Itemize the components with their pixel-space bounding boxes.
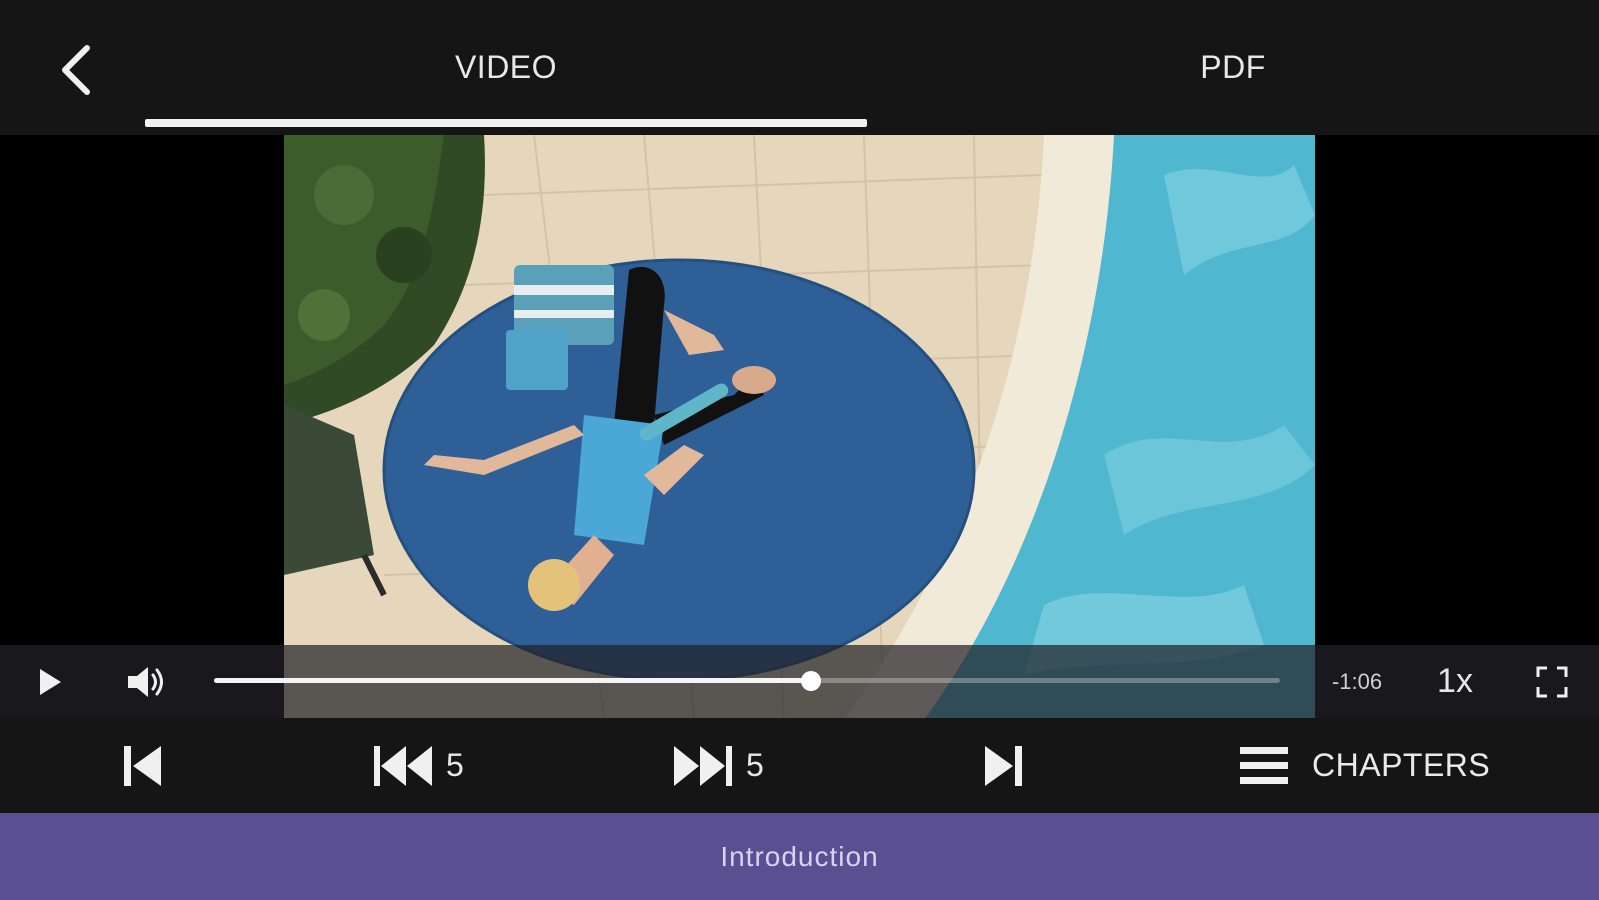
tab-pdf-label: PDF bbox=[1200, 49, 1266, 85]
video-still-image bbox=[284, 135, 1315, 720]
fast-forward-icon bbox=[674, 745, 732, 786]
play-icon bbox=[40, 668, 61, 695]
time-remaining: -1:06 bbox=[1331, 668, 1383, 694]
transport-bar: 5 5 CHAPTERS bbox=[0, 718, 1599, 813]
fast-forward-5-button[interactable]: 5 bbox=[672, 718, 764, 813]
video-frame[interactable] bbox=[284, 135, 1315, 720]
playback-controls: -1:06 1x bbox=[0, 645, 1599, 718]
next-chapter-button[interactable] bbox=[978, 718, 1028, 813]
previous-chapter-button[interactable] bbox=[118, 718, 168, 813]
current-chapter-title: Introduction bbox=[720, 840, 879, 872]
rewind-icon bbox=[374, 745, 432, 786]
back-chevron-icon bbox=[62, 45, 90, 95]
chapters-label: CHAPTERS bbox=[1312, 747, 1491, 783]
current-chapter-bar[interactable]: Introduction bbox=[0, 813, 1599, 900]
chapters-button[interactable]: CHAPTERS bbox=[1238, 718, 1490, 813]
tab-video[interactable]: VIDEO bbox=[145, 0, 867, 137]
fast-forward-seconds: 5 bbox=[746, 747, 764, 783]
rewind-5-button[interactable]: 5 bbox=[372, 718, 464, 813]
playback-speed-button[interactable]: 1x bbox=[1425, 645, 1485, 718]
play-button[interactable] bbox=[28, 645, 72, 718]
skip-next-icon bbox=[985, 745, 1022, 786]
progress-scrubber[interactable] bbox=[214, 671, 1280, 691]
top-bar: VIDEO PDF bbox=[0, 0, 1599, 135]
back-button[interactable] bbox=[40, 30, 110, 110]
fullscreen-button[interactable] bbox=[1530, 645, 1574, 718]
hamburger-menu-icon bbox=[1240, 746, 1288, 784]
tab-pdf[interactable]: PDF bbox=[867, 0, 1599, 135]
volume-icon bbox=[128, 666, 163, 697]
active-tab-indicator bbox=[145, 119, 867, 127]
volume-button[interactable] bbox=[120, 645, 176, 718]
tab-video-label: VIDEO bbox=[454, 49, 558, 85]
video-area[interactable] bbox=[0, 135, 1599, 720]
progress-fill bbox=[214, 678, 811, 683]
video-player-screen: VIDEO PDF -1:06 1x 5 5 CHAPTERS Introduc… bbox=[0, 0, 1599, 900]
progress-knob[interactable] bbox=[800, 671, 821, 691]
fullscreen-icon bbox=[1536, 666, 1568, 697]
rewind-seconds: 5 bbox=[446, 747, 464, 783]
skip-previous-icon bbox=[124, 745, 161, 786]
